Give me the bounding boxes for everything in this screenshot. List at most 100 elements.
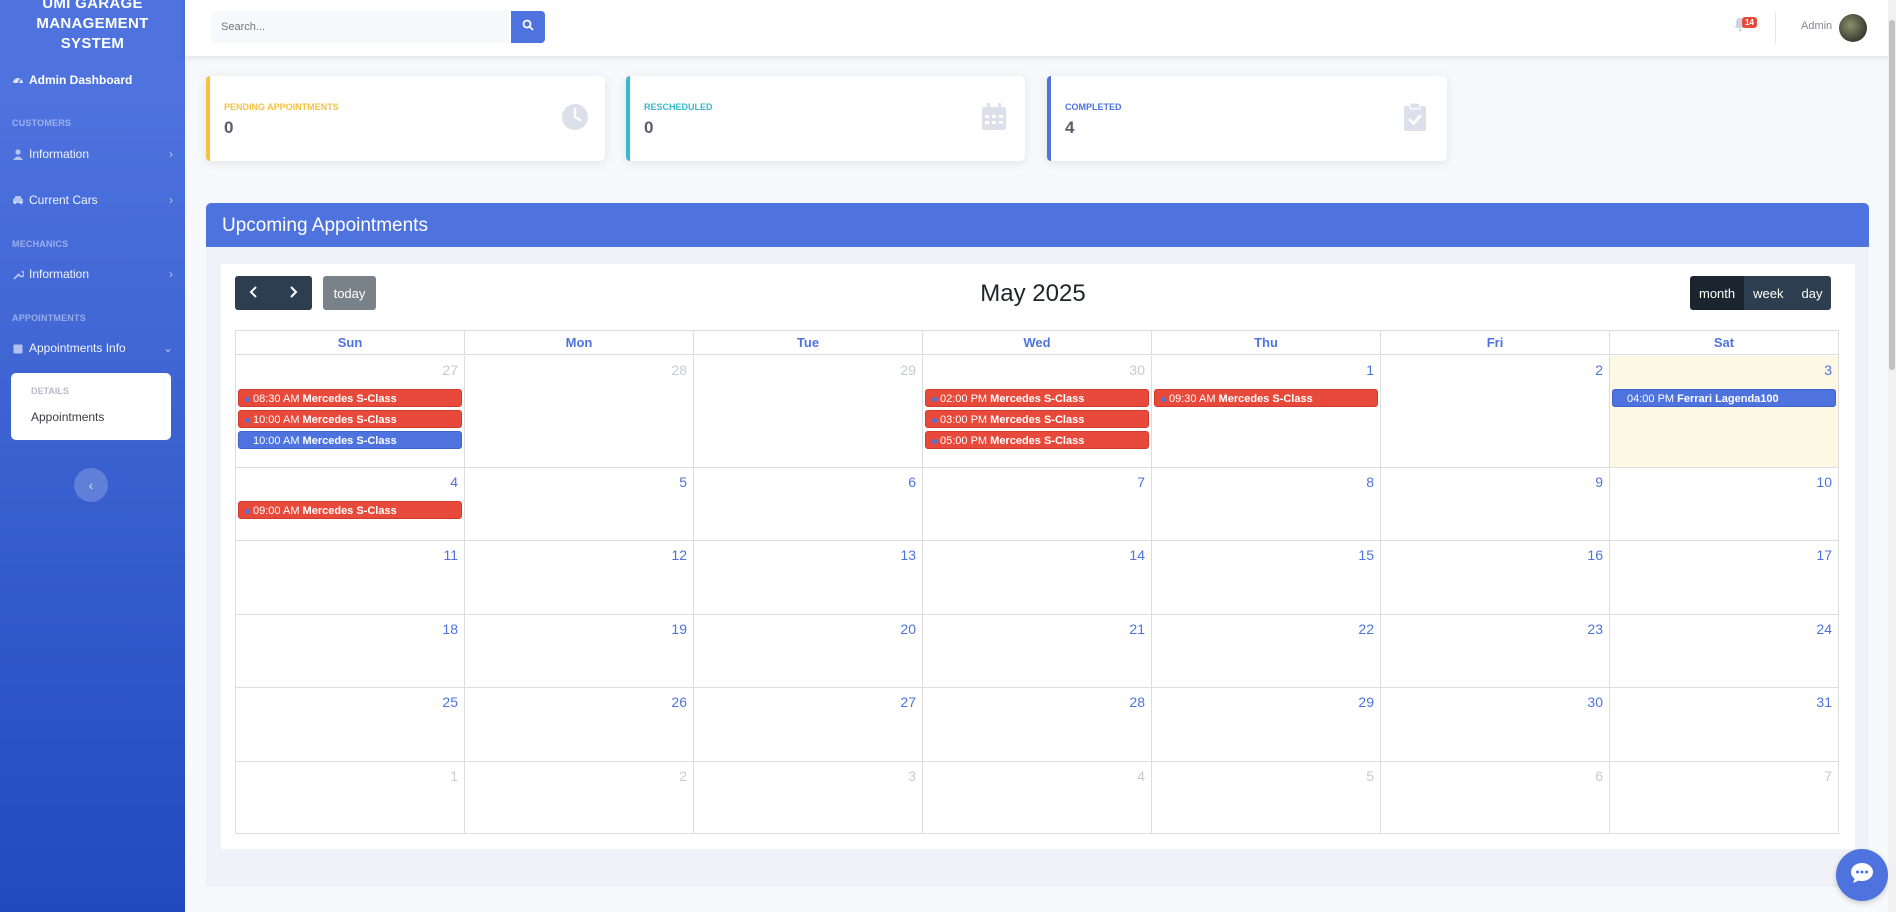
sidebar-toggle-button[interactable]: ‹: [74, 468, 108, 502]
calendar-event[interactable]: 09:30 AM Mercedes S-Class: [1154, 389, 1378, 407]
day-number[interactable]: 28: [671, 362, 687, 378]
day-number[interactable]: 17: [1816, 547, 1832, 563]
view-day-button[interactable]: day: [1792, 276, 1832, 310]
day-number[interactable]: 27: [442, 362, 458, 378]
day-number[interactable]: 25: [442, 694, 458, 710]
calendar-day-cell[interactable]: 28: [923, 688, 1152, 761]
view-week-button[interactable]: week: [1744, 276, 1793, 310]
calendar-day-cell[interactable]: 22: [1152, 615, 1381, 687]
day-number[interactable]: 2: [1595, 362, 1603, 378]
calendar-day-cell[interactable]: 27 08:30 AM Mercedes S-Class 10:00 AM Merc…: [236, 356, 465, 467]
user-name[interactable]: Admin: [1801, 20, 1832, 32]
brand-title[interactable]: UMI GARAGE MANAGEMENT SYSTEM: [0, 0, 185, 54]
day-number[interactable]: 30: [1587, 694, 1603, 710]
day-number[interactable]: 28: [1129, 694, 1145, 710]
day-number[interactable]: 16: [1587, 547, 1603, 563]
day-number[interactable]: 24: [1816, 621, 1832, 637]
search-input[interactable]: [211, 11, 509, 43]
calendar-day-cell[interactable]: 10: [1610, 468, 1838, 540]
next-month-button[interactable]: [273, 276, 312, 310]
day-number[interactable]: 3: [1824, 362, 1832, 378]
calendar-day-cell[interactable]: 1 09:30 AM Mercedes S-Class: [1152, 356, 1381, 467]
calendar-day-cell[interactable]: 18: [236, 615, 465, 687]
day-number[interactable]: 9: [1595, 474, 1603, 490]
calendar-day-cell[interactable]: 7: [1610, 762, 1838, 833]
day-number[interactable]: 27: [900, 694, 916, 710]
calendar-day-cell[interactable]: 31: [1610, 688, 1838, 761]
day-number[interactable]: 12: [671, 547, 687, 563]
day-number[interactable]: 13: [900, 547, 916, 563]
calendar-day-cell[interactable]: 17: [1610, 541, 1838, 614]
calendar-day-cell[interactable]: 3: [694, 762, 923, 833]
day-number[interactable]: 23: [1587, 621, 1603, 637]
day-number[interactable]: 5: [679, 474, 687, 490]
day-number[interactable]: 26: [671, 694, 687, 710]
nav-mechanics-information[interactable]: Information ›: [0, 262, 185, 286]
calendar-day-cell[interactable]: 6: [694, 468, 923, 540]
calendar-event[interactable]: 05:00 PM Mercedes S-Class: [925, 431, 1149, 449]
calendar-event[interactable]: 10:00 AM Mercedes S-Class: [238, 431, 462, 449]
calendar-day-cell[interactable]: 11: [236, 541, 465, 614]
avatar[interactable]: [1839, 14, 1867, 42]
calendar-day-cell[interactable]: 8: [1152, 468, 1381, 540]
day-number[interactable]: 2: [679, 768, 687, 784]
day-number[interactable]: 6: [1595, 768, 1603, 784]
day-number[interactable]: 15: [1358, 547, 1374, 563]
calendar-day-cell[interactable]: 6: [1381, 762, 1610, 833]
calendar-day-cell[interactable]: 4 09:00 AM Mercedes S-Class: [236, 468, 465, 540]
calendar-day-cell[interactable]: 5: [1152, 762, 1381, 833]
view-month-button[interactable]: month: [1690, 276, 1745, 310]
day-number[interactable]: 18: [442, 621, 458, 637]
calendar-event[interactable]: 03:00 PM Mercedes S-Class: [925, 410, 1149, 428]
scrollbar-thumb[interactable]: [1889, 20, 1895, 370]
calendar-day-cell[interactable]: 28: [465, 356, 694, 467]
day-number[interactable]: 4: [1137, 768, 1145, 784]
day-number[interactable]: 22: [1358, 621, 1374, 637]
search-button[interactable]: [511, 11, 545, 43]
calendar-day-cell[interactable]: 1: [236, 762, 465, 833]
calendar-day-cell[interactable]: 26: [465, 688, 694, 761]
calendar-day-cell[interactable]: 4: [923, 762, 1152, 833]
day-number[interactable]: 20: [900, 621, 916, 637]
calendar-day-cell[interactable]: 5: [465, 468, 694, 540]
calendar-day-cell[interactable]: 27: [694, 688, 923, 761]
calendar-day-cell[interactable]: 29: [1152, 688, 1381, 761]
calendar-day-cell[interactable]: 12: [465, 541, 694, 614]
day-number[interactable]: 19: [671, 621, 687, 637]
calendar-day-cell[interactable]: 25: [236, 688, 465, 761]
calendar-day-cell[interactable]: 2: [465, 762, 694, 833]
day-number[interactable]: 29: [1358, 694, 1374, 710]
prev-month-button[interactable]: [235, 276, 273, 310]
day-number[interactable]: 21: [1129, 621, 1145, 637]
day-number[interactable]: 29: [900, 362, 916, 378]
day-number[interactable]: 1: [450, 768, 458, 784]
calendar-day-cell[interactable]: 16: [1381, 541, 1610, 614]
calendar-day-cell[interactable]: 23: [1381, 615, 1610, 687]
day-number[interactable]: 7: [1824, 768, 1832, 784]
calendar-day-cell[interactable]: 24: [1610, 615, 1838, 687]
calendar-day-cell[interactable]: 14: [923, 541, 1152, 614]
calendar-day-cell[interactable]: 20: [694, 615, 923, 687]
calendar-day-cell-today[interactable]: 3 04:00 PM Ferrari Lagenda100: [1610, 356, 1838, 467]
day-number[interactable]: 5: [1366, 768, 1374, 784]
calendar-event[interactable]: 10:00 AM Mercedes S-Class: [238, 410, 462, 428]
calendar-day-cell[interactable]: 7: [923, 468, 1152, 540]
day-number[interactable]: 14: [1129, 547, 1145, 563]
calendar-day-cell[interactable]: 9: [1381, 468, 1610, 540]
nav-admin-dashboard[interactable]: Admin Dashboard: [0, 68, 185, 92]
calendar-day-cell[interactable]: 21: [923, 615, 1152, 687]
chat-button[interactable]: [1836, 849, 1888, 901]
calendar-event[interactable]: 02:00 PM Mercedes S-Class: [925, 389, 1149, 407]
day-number[interactable]: 3: [908, 768, 916, 784]
calendar-day-cell[interactable]: 19: [465, 615, 694, 687]
calendar-day-cell[interactable]: 13: [694, 541, 923, 614]
page-scrollbar[interactable]: [1888, 0, 1896, 912]
calendar-day-cell[interactable]: 2: [1381, 356, 1610, 467]
day-number[interactable]: 1: [1366, 362, 1374, 378]
day-number[interactable]: 31: [1816, 694, 1832, 710]
nav-appointments-info[interactable]: Appointments Info ⌄: [0, 336, 185, 360]
day-number[interactable]: 6: [908, 474, 916, 490]
calendar-day-cell[interactable]: 15: [1152, 541, 1381, 614]
calendar-event[interactable]: 09:00 AM Mercedes S-Class: [238, 501, 462, 519]
day-number[interactable]: 30: [1129, 362, 1145, 378]
